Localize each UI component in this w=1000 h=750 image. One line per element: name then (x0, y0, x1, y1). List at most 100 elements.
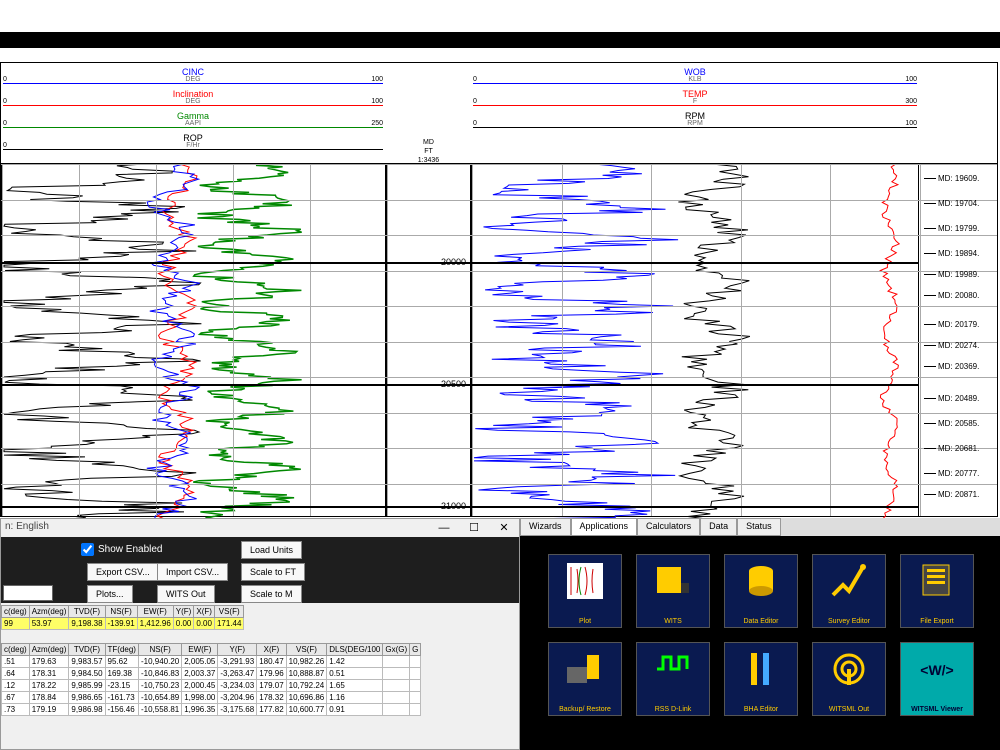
track-headers: CINCDEG0100InclinationDEG0100GammaAAPI02… (1, 63, 997, 163)
column-header[interactable]: G (410, 644, 421, 656)
column-header[interactable]: DLS(DEG/100 (327, 644, 383, 656)
column-header[interactable]: TVD(F) (69, 606, 105, 618)
app-icon-graphic (741, 649, 781, 689)
app-icon-graphic (653, 561, 693, 601)
wits-out-button[interactable]: WITS Out (157, 585, 215, 603)
tab-bar: WizardsApplicationsCalculatorsDataStatus (520, 518, 1000, 536)
side-md-label: MD: 20681. (938, 444, 979, 453)
app-label: Data Editor (725, 618, 797, 625)
column-header[interactable]: X(F) (194, 606, 215, 618)
app-icon-graphic (565, 561, 605, 601)
column-header[interactable]: c(deg) (2, 644, 30, 656)
app-label: BHA Editor (725, 706, 797, 713)
app-label: WITS (637, 618, 709, 625)
app-data-editor[interactable]: Data Editor (724, 554, 798, 628)
load-units-button[interactable]: Load Units (241, 541, 302, 559)
app-panel: Plot WITS Data Editor Survey Editor File Exp… (520, 536, 1000, 750)
app-label: WITSML Out (813, 706, 885, 713)
unit-combo[interactable] (3, 585, 53, 601)
side-md-label: MD: 19704. (938, 199, 979, 208)
tab-calculators[interactable]: Calculators (637, 518, 700, 536)
close-button[interactable]: ✕ (489, 519, 519, 537)
column-header[interactable]: Azm(deg) (29, 644, 69, 656)
app-label: Survey Editor (813, 618, 885, 625)
table-row[interactable]: .64178.319,984.50169.38-10,846.832,003.3… (2, 668, 421, 680)
applications-panel: WizardsApplicationsCalculatorsDataStatus… (520, 518, 1000, 750)
minimize-button[interactable]: — (429, 519, 459, 537)
app-label: WITSML Viewer (901, 706, 973, 713)
app-icon-graphic (829, 649, 869, 689)
app-file-export[interactable]: File Export (900, 554, 974, 628)
side-md-label: MD: 19799. (938, 224, 979, 233)
table-row[interactable]: .12178.229,985.99-23.15-10,750.232,000.4… (2, 680, 421, 692)
column-header[interactable]: TVD(F) (69, 644, 105, 656)
tab-wizards[interactable]: Wizards (520, 518, 571, 536)
depth-md-label: MD (386, 139, 471, 146)
column-header[interactable]: Gx(G) (383, 644, 410, 656)
side-md-label: MD: 19609. (938, 174, 979, 183)
side-md-label: MD: 20179. (938, 320, 979, 329)
panel-title: n: English (5, 521, 49, 532)
app-icon-graphic (565, 649, 605, 689)
log-body[interactable]: 200002050021000 (1, 163, 997, 516)
top-bar (0, 32, 1000, 48)
column-header[interactable]: EW(F) (137, 606, 173, 618)
scale-ft-button[interactable]: Scale to FT (241, 563, 305, 581)
app-wits[interactable]: WITS (636, 554, 710, 628)
side-md-label: MD: 20871. (938, 490, 979, 499)
side-md-label: MD: 19989. (938, 270, 979, 279)
column-header[interactable]: VS(F) (286, 644, 327, 656)
log-plot-area[interactable]: CINCDEG0100InclinationDEG0100GammaAAPI02… (0, 62, 998, 517)
app-icon-graphic (917, 561, 957, 601)
table-row[interactable]: .51179.639,983.5795.62-10,940.202,005.05… (2, 656, 421, 668)
table-row[interactable]: .73179.199,986.98-156.46-10,558.811,996.… (2, 704, 421, 716)
column-header[interactable]: Y(F) (218, 644, 257, 656)
maximize-button[interactable]: ☐ (459, 519, 489, 537)
table-row[interactable]: 9953.979,198.38-139.911,412.960.000.0017… (2, 618, 244, 630)
tab-status[interactable]: Status (737, 518, 781, 536)
panel-toolbar: Show Enabled To Depth Load Units Export … (1, 537, 519, 603)
app-witsml-viewer[interactable]: <W/> WITSML Viewer (900, 642, 974, 716)
app-bha-editor[interactable]: BHA Editor (724, 642, 798, 716)
depth-track: 200002050021000 (386, 164, 471, 516)
app-witsml-out[interactable]: WITSML Out (812, 642, 886, 716)
survey-summary-table[interactable]: c(deg)Azm(deg)TVD(F)NS(F)EW(F)Y(F)X(F)VS… (1, 605, 244, 630)
side-md-label: MD: 20080. (938, 291, 979, 300)
survey-data-table[interactable]: c(deg)Azm(deg)TVD(F)TF(deg)NS(F)EW(F)Y(F… (1, 643, 421, 716)
table-row[interactable]: .67178.849,986.65-161.73-10,654.891,998.… (2, 692, 421, 704)
side-md-label: MD: 20369. (938, 362, 979, 371)
side-md-label: MD: 20585. (938, 419, 979, 428)
tab-applications[interactable]: Applications (571, 518, 638, 536)
column-header[interactable]: Y(F) (173, 606, 194, 618)
app-rss-d-link[interactable]: RSS D-Link (636, 642, 710, 716)
export-csv-button[interactable]: Export CSV... (87, 563, 159, 581)
app-icon-graphic: <W/> (917, 649, 957, 689)
scale-m-button[interactable]: Scale to M (241, 585, 302, 603)
app-label: RSS D-Link (637, 706, 709, 713)
tab-data[interactable]: Data (700, 518, 737, 536)
app-label: File Export (901, 618, 973, 625)
column-header[interactable]: X(F) (257, 644, 286, 656)
column-header[interactable]: NS(F) (138, 644, 181, 656)
app-backup-restore[interactable]: Backup/ Restore (548, 642, 622, 716)
column-header[interactable]: NS(F) (105, 606, 137, 618)
side-md-label: MD: 20777. (938, 469, 979, 478)
app-icon-graphic (829, 561, 869, 601)
app-survey-editor[interactable]: Survey Editor (812, 554, 886, 628)
side-md-label: MD: 19894. (938, 249, 979, 258)
app-label: Plot (549, 618, 621, 625)
column-header[interactable]: Azm(deg) (29, 606, 69, 618)
column-header[interactable]: VS(F) (214, 606, 243, 618)
app-icon-graphic (741, 561, 781, 601)
plots-button[interactable]: Plots... (87, 585, 133, 603)
depth-ft-label: FT (386, 148, 471, 155)
app-plot[interactable]: Plot (548, 554, 622, 628)
column-header[interactable]: EW(F) (182, 644, 218, 656)
column-header[interactable]: c(deg) (2, 606, 30, 618)
import-csv-button[interactable]: Import CSV... (157, 563, 228, 581)
side-md-label: MD: 20274. (938, 341, 979, 350)
column-header[interactable]: TF(deg) (105, 644, 138, 656)
survey-panel: n: English — ☐ ✕ Show Enabled To Depth L… (0, 518, 520, 750)
show-enabled-checkbox[interactable]: Show Enabled (81, 543, 163, 556)
side-md-label: MD: 20489. (938, 394, 979, 403)
